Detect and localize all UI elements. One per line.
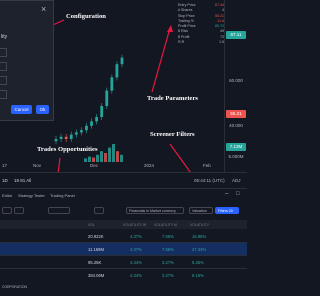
column-header[interactable]: VOL bbox=[88, 223, 95, 227]
stop-price-badge: 55.21 bbox=[226, 110, 246, 118]
candle bbox=[69, 134, 73, 139]
volume-bar bbox=[120, 154, 123, 162]
minimize-icon[interactable]: – bbox=[225, 191, 228, 197]
volume-tick: 5.000M bbox=[228, 154, 244, 159]
cell-vol-m: 7.56% bbox=[162, 234, 174, 239]
dialog-input[interactable] bbox=[0, 90, 7, 99]
configuration-dialog: × lity Cancel Ok bbox=[0, 0, 54, 121]
cell-vol-y: 27.43% bbox=[192, 247, 207, 252]
financials-filter[interactable]: Financials in Market currency bbox=[126, 207, 184, 214]
candle bbox=[110, 77, 114, 91]
cell-vol-y: 5.35% bbox=[192, 260, 204, 265]
volume-bar bbox=[112, 144, 115, 162]
adj-button[interactable]: ADJ bbox=[232, 178, 241, 183]
volume-badge: 7.13M bbox=[226, 143, 246, 151]
volume-bar bbox=[84, 158, 87, 162]
candle bbox=[95, 117, 99, 122]
volume-bar bbox=[108, 147, 111, 162]
tab-trading-panel[interactable]: Trading Panel bbox=[50, 193, 75, 198]
trade-parameters-panel: Entry Price 67.44 # Shares 4 Stop Price 55.… bbox=[178, 3, 224, 45]
interval-button[interactable]: 1D bbox=[2, 178, 8, 183]
annotation-configuration: Configuration bbox=[66, 13, 106, 20]
candle bbox=[115, 64, 119, 78]
dialog-input[interactable] bbox=[0, 48, 7, 57]
cell-vol: 20.922K bbox=[88, 234, 104, 239]
candle bbox=[59, 136, 63, 139]
cell-vol-m: 3.27% bbox=[162, 273, 174, 278]
cell-vol-m: 7.56% bbox=[162, 247, 174, 252]
filters-button[interactable]: Filters 20 bbox=[215, 207, 239, 214]
tab-editor[interactable]: Editor bbox=[2, 193, 12, 198]
close-icon[interactable]: × bbox=[41, 5, 46, 14]
time-axis-label: 17 bbox=[2, 163, 8, 168]
trade-parameters-arrow bbox=[151, 27, 171, 93]
annotation-trades-opportunities: Trades Opportunities bbox=[37, 146, 98, 153]
cell-vol-w: 4.37% bbox=[130, 247, 142, 252]
valuation-filter[interactable]: Valuation bbox=[189, 207, 213, 214]
cancel-button[interactable]: Cancel bbox=[11, 105, 32, 114]
volume-bar bbox=[88, 156, 91, 162]
column-header[interactable]: VOLATILITY M bbox=[154, 223, 177, 227]
volume-bar bbox=[100, 151, 103, 162]
cell-vol-w: 4.34% bbox=[130, 260, 142, 265]
tab-strategy-tester[interactable]: Strategy Tester bbox=[18, 193, 45, 198]
table-row[interactable]: 20.922K 4.37% 7.56% 15.96% bbox=[0, 230, 247, 243]
cell-vol-y: 15.96% bbox=[192, 234, 207, 239]
filter-chip[interactable] bbox=[14, 207, 24, 214]
annotation-trade-parameters: Trade Parameters bbox=[147, 95, 198, 102]
dialog-input[interactable] bbox=[0, 62, 7, 71]
annotation-screener-filters: Screener Filters bbox=[150, 131, 195, 138]
candle bbox=[64, 136, 68, 139]
cell-vol: 11.169M bbox=[88, 247, 104, 252]
volume-bar bbox=[92, 157, 95, 162]
bottom-panel-tabs: Editor Strategy Tester Trading Panel – □ bbox=[0, 188, 247, 204]
volume-bar bbox=[96, 154, 99, 162]
time-axis-label: Nov bbox=[33, 163, 42, 168]
candle bbox=[105, 90, 109, 106]
column-header[interactable]: VOLATILITY W bbox=[123, 223, 146, 227]
price-tick-60: 60.000 bbox=[229, 78, 243, 83]
timeframe-buttons[interactable]: 19 81 All bbox=[14, 178, 31, 183]
price-scale[interactable]: 67.11 60.000 55.21 40.000 7.13M 5.000M bbox=[224, 0, 247, 172]
screener-filter-bar: Financials in Market currency Valuation … bbox=[0, 203, 247, 218]
volume-bar bbox=[116, 151, 119, 162]
cell-name: CORPORATION bbox=[2, 285, 27, 289]
price-tick-40: 40.000 bbox=[229, 123, 243, 128]
dialog-input[interactable] bbox=[0, 76, 7, 85]
screener-table-header: VOL VOLATILITY W VOLATILITY M VOLATILITY bbox=[0, 220, 247, 229]
chart-bottom-toolbar: 1D 19 81 All 05:44:11 (UTC) ADJ bbox=[0, 172, 247, 189]
cell-vol-m: 3.27% bbox=[162, 260, 174, 265]
table-row[interactable]: CORPORATION 384.06M 4.34% 3.27% 8.16% bbox=[0, 269, 247, 296]
cell-vol-w: 4.37% bbox=[130, 234, 142, 239]
candle bbox=[54, 139, 58, 142]
stat-row: R:R 1.5 bbox=[178, 40, 224, 45]
candle bbox=[120, 57, 124, 65]
time-axis-label: 2024 bbox=[144, 163, 155, 168]
filter-chip[interactable] bbox=[48, 207, 70, 214]
trades-opportunities-arrow bbox=[57, 157, 61, 172]
table-row[interactable]: 11.169M 4.37% 7.56% 27.43% bbox=[0, 243, 247, 256]
candle bbox=[90, 121, 93, 126]
dialog-field-label: lity bbox=[1, 34, 8, 40]
filter-chip[interactable] bbox=[2, 207, 12, 214]
candle bbox=[100, 106, 104, 117]
candle bbox=[79, 130, 83, 133]
table-row[interactable]: 95.25K 4.34% 3.27% 5.35% bbox=[0, 256, 247, 269]
current-price-badge: 67.11 bbox=[226, 31, 246, 39]
cell-vol: 95.25K bbox=[88, 260, 102, 265]
volume-bar bbox=[104, 153, 107, 162]
maximize-icon[interactable]: □ bbox=[236, 191, 240, 197]
filter-chip[interactable] bbox=[94, 207, 104, 214]
cell-vol-w: 4.34% bbox=[130, 273, 142, 278]
cell-vol: 384.06M bbox=[88, 273, 105, 278]
ok-button[interactable]: Ok bbox=[36, 105, 49, 114]
column-header[interactable]: VOLATILITY bbox=[190, 223, 209, 227]
candle bbox=[74, 132, 78, 135]
cell-vol-y: 8.16% bbox=[192, 273, 204, 278]
trade-parameters-arrowhead bbox=[167, 25, 173, 32]
candle bbox=[85, 125, 88, 131]
time-axis-label: Dec bbox=[90, 163, 99, 168]
clock-label: 05:44:11 (UTC) bbox=[194, 178, 225, 183]
time-axis-label: Feb bbox=[203, 163, 211, 168]
